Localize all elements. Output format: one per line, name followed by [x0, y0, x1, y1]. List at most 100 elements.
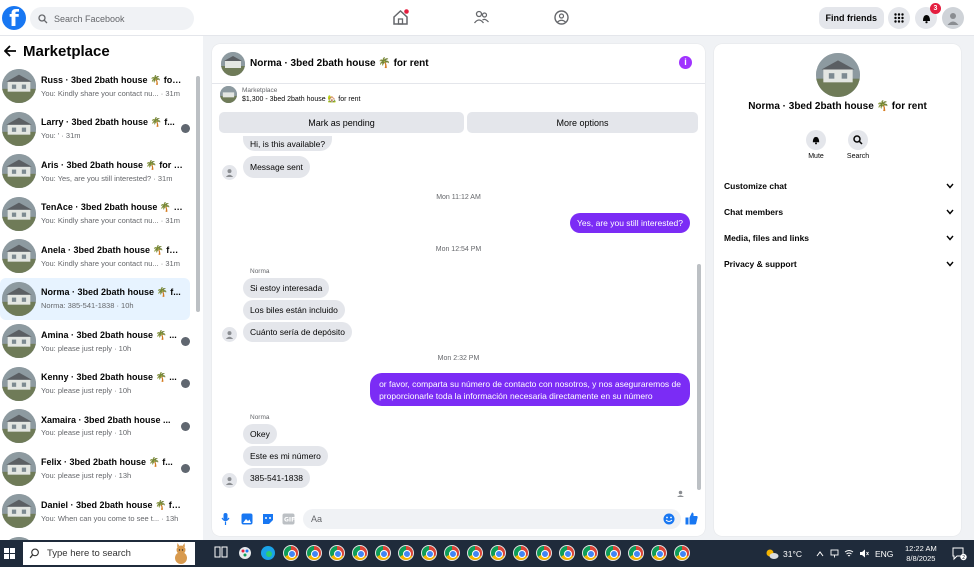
conversation-name: Norma · 3bed 2bath house 🌴 f...	[41, 287, 181, 297]
chrome-window-icon[interactable]	[559, 545, 575, 561]
search-facebook-input[interactable]: Search Facebook	[30, 7, 194, 30]
like-thumb-icon[interactable]	[685, 512, 698, 525]
chrome-window-icon[interactable]	[306, 545, 322, 561]
message-incoming: Okey	[243, 424, 277, 444]
chrome-window-icon[interactable]	[398, 545, 414, 561]
search-chat-button[interactable]: Search	[838, 130, 878, 160]
listing-summary[interactable]: Marketplace $1,300 - 3bed 2bath house 🏡 …	[220, 86, 360, 103]
conversation-item[interactable]: Aris · 3bed 2bath house 🌴 for r... You: Y…	[0, 150, 190, 192]
language-indicator[interactable]: ENG	[875, 549, 893, 559]
conversation-item[interactable]: Vicky · 3bed 2bath house 🌴 for...	[0, 533, 190, 540]
listing-photo[interactable]	[816, 53, 860, 97]
edge-icon[interactable]	[260, 545, 276, 561]
network-icon[interactable]	[830, 549, 839, 558]
details-row[interactable]: Privacy & support	[724, 256, 954, 272]
clock-date: 8/8/2025	[906, 554, 936, 563]
conversation-name: Daniel · 3bed 2bath house 🌴 fo...	[41, 499, 183, 510]
conversation-item[interactable]: Xamaira · 3bed 2bath house ... You: pleas…	[0, 405, 190, 447]
conversation-item[interactable]: TenAce · 3bed 2bath house 🌴 f... You: Kin…	[0, 193, 190, 235]
conversation-item[interactable]: Norma · 3bed 2bath house 🌴 f... Norma: 38…	[0, 277, 190, 320]
info-icon[interactable]: i	[679, 56, 692, 69]
mark-as-pending-button[interactable]: Mark as pending	[219, 112, 464, 133]
details-row[interactable]: Customize chat	[724, 178, 954, 194]
page-title: Marketplace	[23, 42, 110, 60]
search-icon	[38, 13, 48, 24]
chevron-down-icon	[946, 209, 954, 215]
chat-title[interactable]: Norma · 3bed 2bath house 🌴 for rent	[250, 58, 429, 69]
home-icon[interactable]	[392, 9, 409, 26]
mute-button[interactable]: Mute	[796, 130, 836, 160]
emoji-icon[interactable]	[663, 513, 675, 525]
marketplace-label: Marketplace	[242, 86, 278, 94]
chrome-window-icon[interactable]	[329, 545, 345, 561]
chrome-window-icon[interactable]	[444, 545, 460, 561]
find-friends-button[interactable]: Find friends	[818, 7, 884, 29]
conversation-item[interactable]: Kenny · 3bed 2bath house 🌴 ... You: pleas…	[0, 363, 190, 405]
conversation-thumbnail	[2, 111, 36, 146]
chevron-down-icon	[946, 261, 954, 267]
conversation-preview: You: please just reply · 13h	[41, 471, 132, 480]
conversation-thumbnail	[2, 239, 36, 273]
notifications-button[interactable]: 3	[915, 3, 941, 29]
details-row[interactable]: Chat members	[724, 204, 954, 220]
photo-icon[interactable]	[241, 513, 253, 525]
weather-temp[interactable]: 31°C	[783, 549, 802, 559]
conversation-item[interactable]: Larry · 3bed 2bath house 🌴 f... You: ' · …	[0, 108, 190, 150]
clock[interactable]: 12:22 AM 8/8/2025	[905, 544, 937, 564]
chrome-window-icon[interactable]	[352, 545, 368, 561]
chrome-window-icon[interactable]	[582, 545, 598, 561]
notification-center-icon[interactable]: 2	[952, 547, 967, 561]
windows-start-icon[interactable]	[4, 548, 15, 559]
chrome-window-icon[interactable]	[674, 545, 690, 561]
chrome-window-icon[interactable]	[490, 545, 506, 561]
chrome-window-icon[interactable]	[421, 545, 437, 561]
chevron-up-icon[interactable]	[816, 550, 824, 557]
paint-app-icon[interactable]	[237, 545, 253, 561]
participant-avatar	[181, 421, 190, 431]
weather-icon	[765, 548, 779, 560]
task-view-icon[interactable]	[214, 545, 230, 561]
chrome-window-icon[interactable]	[513, 545, 529, 561]
message-line: or favor, comparta su número de contacto…	[379, 378, 681, 389]
conversation-item[interactable]: Amina · 3bed 2bath house 🌴 ... You: pleas…	[0, 320, 190, 362]
listing-thumbnail[interactable]	[221, 51, 245, 76]
sender-name: Norma	[250, 268, 270, 275]
more-options-button[interactable]: More options	[467, 112, 698, 133]
listing-price-title: $1,300 - 3bed 2bath house 🏡 for rent	[242, 95, 361, 103]
top-bar: f Search Facebook Find friends 3	[0, 0, 974, 36]
gif-icon[interactable]: GIF	[282, 513, 295, 525]
conversation-item[interactable]: Anela · 3bed 2bath house 🌴 for... You: Ki…	[0, 235, 190, 277]
timestamp: Mon 11:12 AM	[436, 194, 481, 201]
sticker-icon[interactable]	[262, 513, 274, 525]
friends-icon[interactable]	[473, 9, 490, 26]
wifi-icon[interactable]	[844, 549, 854, 558]
conversation-item[interactable]: Russ · 3bed 2bath house 🌴 for ... You: Ki…	[0, 65, 190, 107]
conversation-item[interactable]: Daniel · 3bed 2bath house 🌴 fo... You: Wh…	[0, 490, 190, 532]
conversation-name: Russ · 3bed 2bath house 🌴 for ...	[41, 74, 183, 85]
message-input[interactable]: Aa	[303, 509, 681, 529]
chrome-window-icon[interactable]	[467, 545, 483, 561]
avatar[interactable]	[942, 7, 964, 29]
marketplace-inbox: Marketplace Russ · 3bed 2bath house 🌴 fo…	[0, 36, 203, 540]
back-arrow-icon[interactable]	[4, 45, 17, 57]
conversation-name: Larry · 3bed 2bath house 🌴 f...	[41, 117, 175, 127]
facebook-logo[interactable]: f	[2, 6, 26, 30]
menu-grid-button[interactable]	[888, 7, 910, 29]
chrome-window-icon[interactable]	[605, 545, 621, 561]
chrome-window-icon[interactable]	[651, 545, 667, 561]
volume-icon[interactable]	[859, 549, 869, 558]
conversation-item[interactable]: Felix · 3bed 2bath house 🌴 f... You: plea…	[0, 448, 190, 490]
microphone-icon[interactable]	[221, 513, 230, 525]
groups-icon[interactable]	[553, 9, 570, 26]
chat-scrollbar[interactable]	[697, 264, 701, 490]
chrome-window-icon[interactable]	[628, 545, 644, 561]
chrome-window-icon[interactable]	[536, 545, 552, 561]
chrome-window-icon[interactable]	[375, 545, 391, 561]
chrome-window-icon[interactable]	[283, 545, 299, 561]
sidebar-scrollbar[interactable]	[196, 76, 200, 312]
details-row[interactable]: Media, files and links	[724, 230, 954, 246]
taskbar-search-input[interactable]: Type here to search	[23, 542, 195, 565]
conversation-name: TenAce · 3bed 2bath house 🌴 f...	[41, 202, 183, 212]
conversation-thumbnail	[2, 324, 36, 358]
conversation-preview: You: Kindly share your contact nu... · 3…	[41, 88, 180, 98]
